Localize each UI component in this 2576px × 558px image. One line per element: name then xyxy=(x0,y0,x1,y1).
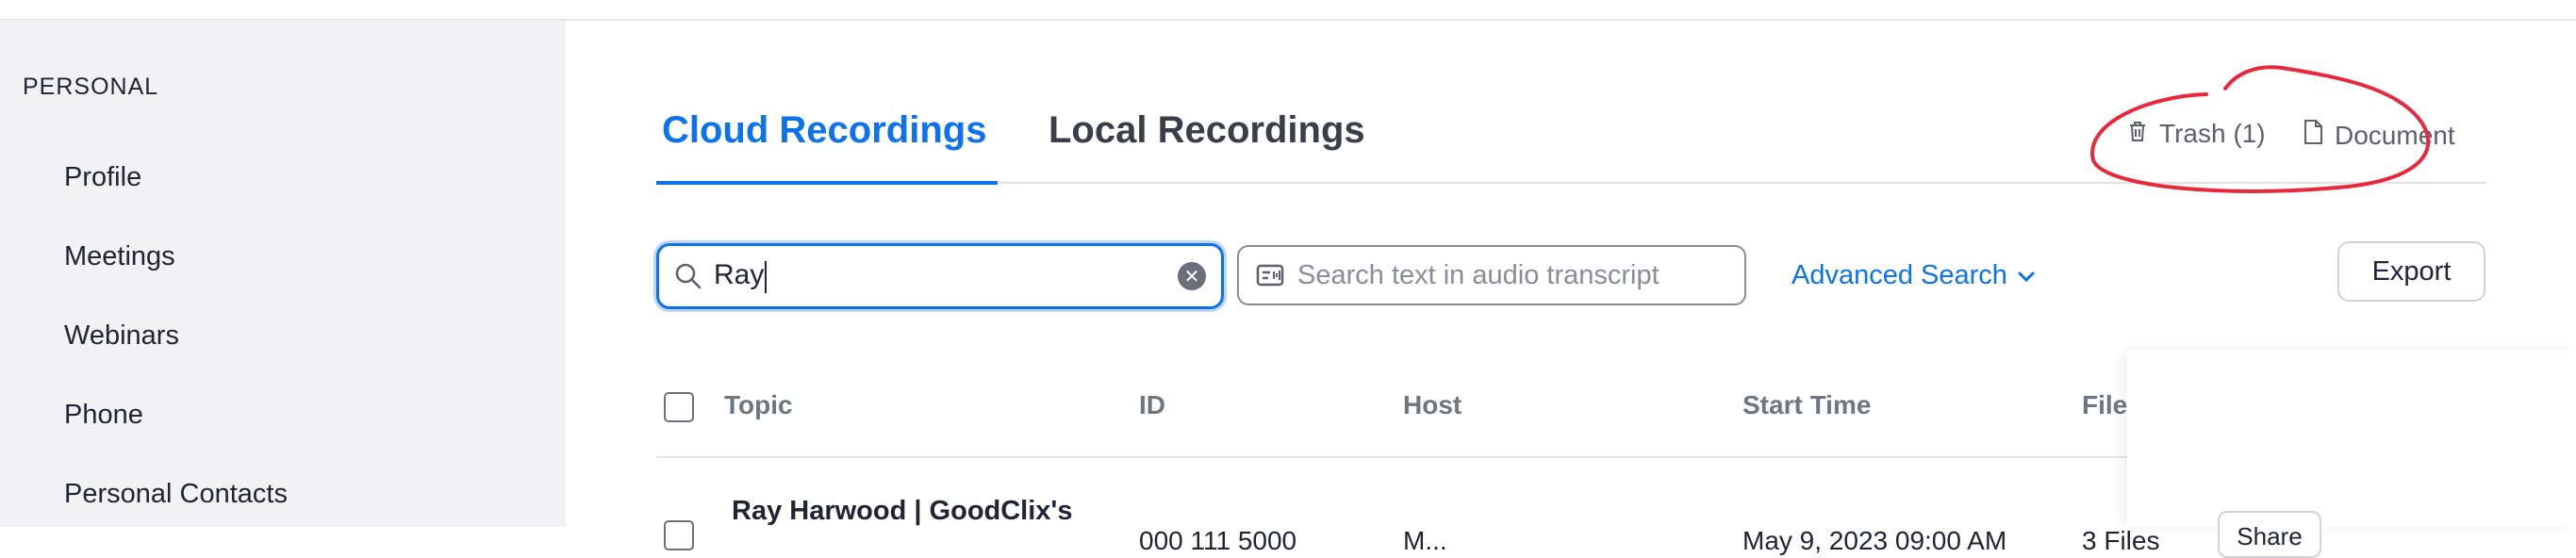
tab-local-recordings[interactable]: Local Recordings xyxy=(1049,109,1365,152)
top-bar xyxy=(0,0,2576,21)
chevron-down-icon xyxy=(2017,260,2036,291)
document-icon xyxy=(2303,119,2323,152)
tab-cloud-recordings[interactable]: Cloud Recordings xyxy=(662,109,986,152)
sidebar-item-meetings[interactable]: Meetings xyxy=(64,241,175,272)
row-meeting-id: 000 111 5000 xyxy=(1139,526,1297,555)
main-content: Cloud Recordings Local Recordings Trash … xyxy=(566,21,2576,558)
document-label: Document xyxy=(2335,120,2455,150)
sidebar-item-profile[interactable]: Profile xyxy=(64,162,141,193)
column-header-file: File xyxy=(2082,390,2128,419)
row-start-time: May 9, 2023 09:00 AM xyxy=(1742,526,2007,555)
search-input[interactable]: Ray xyxy=(714,259,1178,293)
column-header-id: ID xyxy=(1139,390,1165,419)
transcript-search-box[interactable] xyxy=(1237,245,1746,305)
row-checkbox[interactable] xyxy=(664,520,694,550)
trash-link[interactable]: Trash (1) xyxy=(2127,119,2266,149)
search-icon xyxy=(674,262,702,290)
sidebar-item-webinars[interactable]: Webinars xyxy=(64,320,179,352)
advanced-search-label: Advanced Search xyxy=(1792,260,2007,290)
sidebar-item-phone[interactable]: Phone xyxy=(64,400,143,431)
transcript-icon xyxy=(1256,261,1284,289)
select-all-checkbox[interactable] xyxy=(664,392,694,422)
active-tab-indicator xyxy=(656,181,998,185)
search-input-value: Ray xyxy=(714,259,765,291)
sticky-actions-column xyxy=(2127,351,2576,527)
column-header-start-time[interactable]: Start Time xyxy=(1742,390,1871,420)
sidebar: PERSONAL Profile Meetings Webinars Phone… xyxy=(0,21,566,527)
recording-search-box[interactable]: Ray ✕ xyxy=(656,243,1224,309)
row-host: M... xyxy=(1403,526,1447,555)
sidebar-section-title: PERSONAL xyxy=(23,74,159,100)
row-files[interactable]: 3 Files xyxy=(2082,526,2159,556)
trash-label: Trash (1) xyxy=(2159,119,2266,148)
export-button[interactable]: Export xyxy=(2337,241,2485,302)
document-link[interactable]: Document xyxy=(2303,119,2455,152)
transcript-search-input[interactable] xyxy=(1297,259,1727,291)
clear-search-icon[interactable]: ✕ xyxy=(1178,262,1206,290)
sidebar-item-personal-contacts[interactable]: Personal Contacts xyxy=(64,479,288,510)
row-topic-link[interactable]: Ray Harwood | GoodClix's xyxy=(732,496,1072,527)
text-caret xyxy=(765,260,768,293)
advanced-search-toggle[interactable]: Advanced Search xyxy=(1792,260,2036,291)
trash-icon xyxy=(2127,119,2148,149)
column-header-topic[interactable]: Topic xyxy=(724,390,793,420)
share-button[interactable]: Share xyxy=(2218,511,2321,558)
column-header-host: Host xyxy=(1403,390,1462,419)
